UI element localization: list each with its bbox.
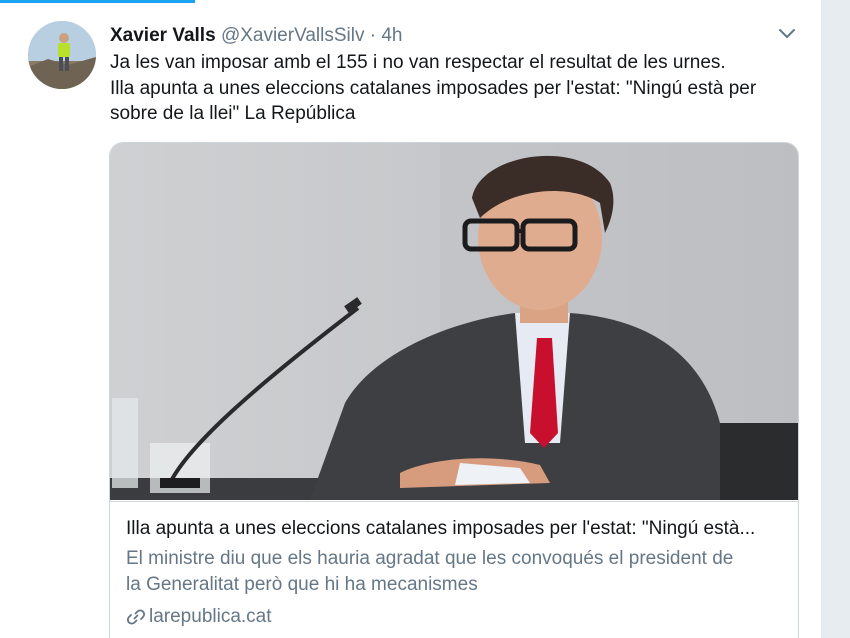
- tweet-text: Ja les van imposar amb el 155 i no van r…: [110, 50, 800, 127]
- card-description: El ministre diu que els hauria agradat q…: [126, 546, 782, 598]
- link-icon: [126, 608, 146, 625]
- chevron-down-icon[interactable]: [776, 22, 798, 44]
- card-body: Illa apunta a unes eleccions catalanes i…: [110, 501, 798, 638]
- card-description-line: la Generalitat però que hi ha mecanismes: [126, 574, 478, 595]
- tweet[interactable]: Xavier Valls @XavierVallsSilv · 4h Ja le…: [0, 0, 822, 638]
- tweet-text-line: sobre de la llei" La República: [110, 103, 356, 124]
- tweet-header: Xavier Valls @XavierVallsSilv · 4h: [110, 24, 403, 48]
- link-card[interactable]: Illa apunta a unes eleccions catalanes i…: [109, 142, 799, 638]
- header-separator: ·: [369, 25, 377, 46]
- avatar[interactable]: [28, 21, 96, 89]
- card-image: [110, 143, 798, 500]
- tweet-text-line: Ja les van imposar amb el 155 i no van r…: [110, 52, 726, 73]
- author-name[interactable]: Xavier Valls: [110, 25, 216, 46]
- active-tab-indicator: [0, 0, 195, 3]
- card-description-line: El ministre diu que els hauria agradat q…: [126, 548, 734, 569]
- tweet-timestamp[interactable]: 4h: [381, 25, 402, 46]
- author-handle[interactable]: @XavierVallsSilv: [221, 25, 365, 46]
- card-domain: larepublica.cat: [126, 604, 782, 629]
- tweet-text-line: Illa apunta a unes eleccions catalanes i…: [110, 77, 757, 99]
- card-domain-text: larepublica.cat: [149, 606, 272, 627]
- card-title: Illa apunta a unes eleccions catalanes i…: [126, 518, 756, 539]
